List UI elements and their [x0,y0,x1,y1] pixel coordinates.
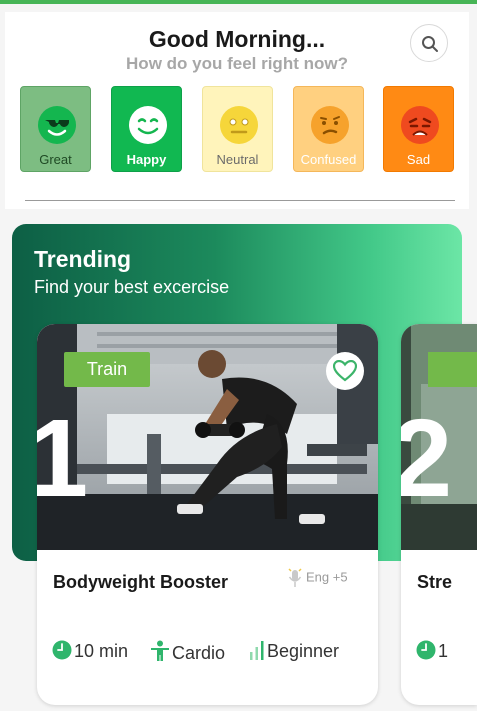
language-label: Eng +5 [306,569,348,585]
cool-face-icon [38,106,76,144]
mood-label: Great [39,152,72,167]
mood-label: Confused [300,152,357,167]
top-accent-bar [0,0,477,4]
mood-sad-button[interactable]: Sad [383,86,454,172]
rank-number: 1 [37,397,89,520]
neutral-face-icon [220,106,258,144]
clock-icon [52,640,72,660]
confused-face-icon [311,106,349,144]
duration-label: 1 [438,641,449,661]
duration-info: 10 min [52,640,128,662]
microphone-icon [288,568,302,587]
mood-label: Happy [126,152,167,167]
search-icon [422,36,438,52]
workout-title: Stre [417,572,453,592]
mood-question: How do you feel right now? [126,54,348,73]
signal-bars-icon [250,641,264,660]
trending-title: Trending [34,246,132,272]
level-label: Beginner [267,641,340,661]
level-info: Beginner [249,640,339,662]
mood-great-button[interactable]: Great [20,86,91,172]
workout-card-partial[interactable]: 2 Stre 1 [401,324,477,705]
rank-number: 2 [401,397,453,520]
category-tag: Train [64,352,150,387]
mood-confused-button[interactable]: Confused [293,86,364,172]
header-divider [25,200,455,201]
mood-neutral-button[interactable]: Neutral [202,86,273,172]
mood-label: Sad [406,152,431,167]
heart-icon [333,360,357,382]
person-icon [151,640,169,661]
workout-card[interactable]: Train 1 Bodyweight Booster Eng +5 10 min… [37,324,378,705]
category-info: Cardio [150,640,225,664]
greeting-title: Good Morning... [148,26,326,52]
duration-label: 10 min [74,641,129,661]
language-info: Eng +5 [288,567,348,589]
favorite-button[interactable] [326,352,364,390]
smile-face-icon [129,106,167,144]
trending-subtitle: Find your best excercise [34,277,230,297]
category-label: Cardio [172,643,226,663]
mood-header: Good Morning... How do you feel right no… [5,12,469,209]
mood-label: Neutral [216,152,259,167]
clock-icon [416,640,436,660]
mood-happy-button[interactable]: Happy [111,86,182,172]
workout-title: Bodyweight Booster [53,572,229,592]
search-button[interactable] [410,24,448,62]
duration-info: 1 [416,640,448,662]
sad-face-icon [401,106,439,144]
